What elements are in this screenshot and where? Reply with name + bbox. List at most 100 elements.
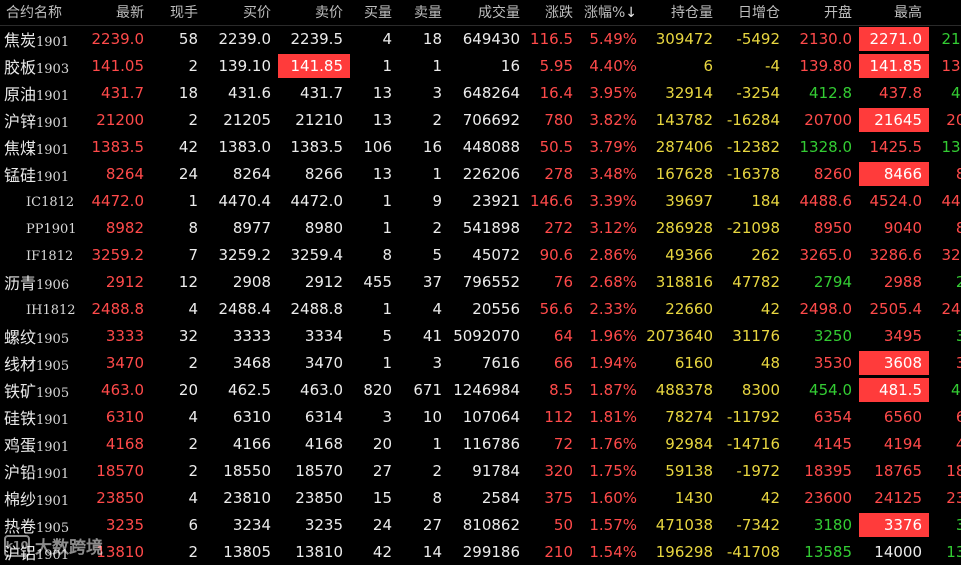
open-interest-cell: 309472 [655, 29, 713, 48]
col-header-change-pct[interactable]: 涨幅%↓ [580, 0, 644, 26]
contract-name-cell[interactable]: 线材1905 [0, 349, 84, 376]
bid-price-cell: 2239.0 [218, 29, 272, 48]
table-row[interactable]: 硅铁1901 6310 4 6310 6314 3 10 107064 112 1.81% 7827… [0, 403, 961, 430]
contract-name-cell[interactable]: 沥青1906 [0, 268, 84, 295]
bid-volume-cell: 13 [372, 110, 392, 129]
contract-name-cell[interactable]: 硅铁1901 [0, 403, 84, 430]
contract-name-cell[interactable]: IC1812 [0, 187, 84, 214]
col-header-open-interest[interactable]: 持仓量 [644, 0, 720, 26]
current-hand-cell: 4 [188, 407, 198, 426]
table-row[interactable]: 铁矿1905 463.0 20 462.5 463.0 820 671 1246984 8.5 1… [0, 376, 961, 403]
bid-price-cell: 3234 [232, 515, 271, 534]
table-row[interactable]: IF1812 3259.2 7 3259.2 3259.4 8 5 45072 90.6 2.86… [0, 241, 961, 268]
contract-product: 焦煤 [4, 138, 37, 158]
open-price-cell: 8950 [813, 218, 852, 237]
volume-cell: 7616 [481, 353, 520, 372]
change-pct-cell: 3.39% [589, 191, 637, 210]
high-price-cell: 14000 [874, 542, 922, 561]
contract-name-cell[interactable]: IH1812 [0, 295, 84, 322]
open-interest-cell: 6160 [674, 353, 713, 372]
high-price-cell: 1425.5 [869, 137, 923, 156]
last-price-cell: 431.7 [101, 83, 144, 102]
contract-name-cell[interactable]: 胶板1903 [0, 52, 84, 79]
contract-name-cell[interactable]: 棉纱1901 [0, 484, 84, 511]
header-row: 合约名称 最新 现手 买价 卖价 买量 卖量 成交量 涨跌 涨幅%↓ 持仓量 日… [0, 0, 961, 26]
bid-price-cell: 3333 [232, 326, 271, 345]
high-price-cell: 3608 [859, 349, 929, 376]
daily-oi-change-cell: -21098 [726, 218, 780, 237]
table-row[interactable]: 焦炭1901 2239.0 58 2239.0 2239.5 4 18 649430 116.5… [0, 25, 961, 52]
last-price-cell: 8264 [105, 164, 144, 183]
contract-name-cell[interactable]: 原油1901 [0, 79, 84, 106]
contract-name-cell[interactable]: 螺纹1905 [0, 322, 84, 349]
bid-volume-cell: 1 [382, 191, 392, 210]
last-price-cell: 4472.0 [91, 191, 145, 210]
table-row[interactable]: 沪铅1901 18570 2 18550 18570 27 2 91784 320 1.75% 59… [0, 457, 961, 484]
table-row[interactable]: IC1812 4472.0 1 4470.4 4472.0 1 9 23921 146.6 3.3… [0, 187, 961, 214]
col-header-bid[interactable]: 买价 [205, 0, 278, 26]
table-row[interactable]: 锰硅1901 8264 24 8264 8266 13 1 226206 278 3.48% 167… [0, 160, 961, 187]
bid-volume-cell: 24 [372, 515, 392, 534]
col-header-low[interactable]: 最低 [929, 0, 961, 26]
col-header-change-pct-label: 涨幅% [583, 5, 626, 22]
contract-name-cell[interactable]: 鸡蛋1901 [0, 430, 84, 457]
table-row[interactable]: 线材1905 3470 2 3468 3470 1 3 7616 66 1.94% 6160 48 35… [0, 349, 961, 376]
change-cell: 72 [553, 434, 573, 453]
high-price-cell: 3286.6 [869, 245, 923, 264]
volume-cell: 20556 [472, 299, 520, 318]
last-price-cell: 18570 [96, 461, 144, 480]
bid-volume-cell: 42 [372, 542, 392, 561]
contract-name-cell[interactable]: 锰硅1901 [0, 160, 84, 187]
ask-price-cell: 13810 [295, 542, 343, 561]
col-header-contract[interactable]: 合约名称 [0, 0, 84, 26]
change-pct-cell: 3.95% [589, 83, 637, 102]
col-header-hand[interactable]: 现手 [151, 0, 205, 26]
low-price-cell: 2471.2 [941, 299, 961, 318]
table-row[interactable]: 棉纱1901 23850 4 23810 23850 15 8 2584 375 1.60% 143… [0, 484, 961, 511]
col-header-high[interactable]: 最高 [859, 0, 929, 26]
contract-name-cell[interactable]: 沪锌1901 [0, 106, 84, 133]
table-row[interactable]: IH1812 2488.8 4 2488.4 2488.8 1 4 20556 56.6 2.33… [0, 295, 961, 322]
change-cell: 90.6 [539, 245, 573, 264]
contract-name-cell[interactable]: 焦煤1901 [0, 133, 84, 160]
last-price-cell: 6310 [105, 407, 144, 426]
table-row[interactable]: 沪锌1901 21200 2 21205 21210 13 2 706692 780 3.82% 1… [0, 106, 961, 133]
contract-name-cell[interactable]: 铁矿1905 [0, 376, 84, 403]
table-row[interactable]: 焦煤1901 1383.5 42 1383.0 1383.5 106 16 448088 50.… [0, 133, 961, 160]
change-pct-cell: 1.54% [589, 542, 637, 561]
ask-volume-cell: 2 [432, 218, 442, 237]
table-row[interactable]: PP1901 8982 8 8977 8980 1 2 541898 272 3.12% 28692… [0, 214, 961, 241]
open-price-cell: 13585 [804, 542, 852, 561]
contract-name-cell[interactable]: 焦炭1901 [0, 25, 84, 52]
bid-volume-cell: 13 [372, 164, 392, 183]
col-header-volume[interactable]: 成交量 [449, 0, 527, 26]
bid-volume-cell: 5 [382, 326, 392, 345]
bid-volume-cell: 1 [382, 353, 392, 372]
high-price-highlight: 3608 [859, 350, 929, 375]
col-header-open[interactable]: 开盘 [787, 0, 859, 26]
col-header-daily-oi-change[interactable]: 日增仓 [720, 0, 787, 26]
table-row[interactable]: 热卷1905 3235 6 3234 3235 24 27 810862 50 1.57% 4710… [0, 511, 961, 538]
volume-cell: 16 [500, 56, 520, 75]
col-header-last[interactable]: 最新 [84, 0, 151, 26]
contract-product: 鸡蛋 [4, 435, 37, 455]
col-header-ask[interactable]: 卖价 [278, 0, 350, 26]
daily-oi-change-cell: -5492 [736, 29, 780, 48]
contract-name-cell[interactable]: 沪铅1901 [0, 457, 84, 484]
col-header-bid-volume[interactable]: 买量 [350, 0, 399, 26]
ask-price-cell: 8980 [304, 218, 343, 237]
contract-name-cell[interactable]: PP1901 [0, 214, 84, 241]
col-header-change[interactable]: 涨跌 [527, 0, 580, 26]
change-cell: 116.5 [530, 29, 573, 48]
contract-name-cell[interactable]: IF1812 [0, 241, 84, 268]
table-row[interactable]: 原油1901 431.7 18 431.6 431.7 13 3 648264 16.4 3.95… [0, 79, 961, 106]
col-header-ask-volume[interactable]: 卖量 [399, 0, 449, 26]
table-row[interactable]: 沪铝1901 13810 2 13805 13810 42 14 299186 210 1.54%… [0, 538, 961, 565]
volume-cell: 649430 [462, 29, 520, 48]
watermark-logo-icon: k10 [4, 534, 30, 557]
table-row[interactable]: 螺纹1905 3333 32 3333 3334 5 41 5092070 64 1.96% 207… [0, 322, 961, 349]
table-row[interactable]: 胶板1903 141.05 2 139.10 141.85 1 1 16 5.95 4.40% 6 -… [0, 52, 961, 79]
table-row[interactable]: 鸡蛋1901 4168 2 4166 4168 20 1 116786 72 1.76% 92984… [0, 430, 961, 457]
change-pct-cell: 4.40% [589, 56, 637, 75]
table-row[interactable]: 沥青1906 2912 12 2908 2912 455 37 796552 76 2.68% 31… [0, 268, 961, 295]
